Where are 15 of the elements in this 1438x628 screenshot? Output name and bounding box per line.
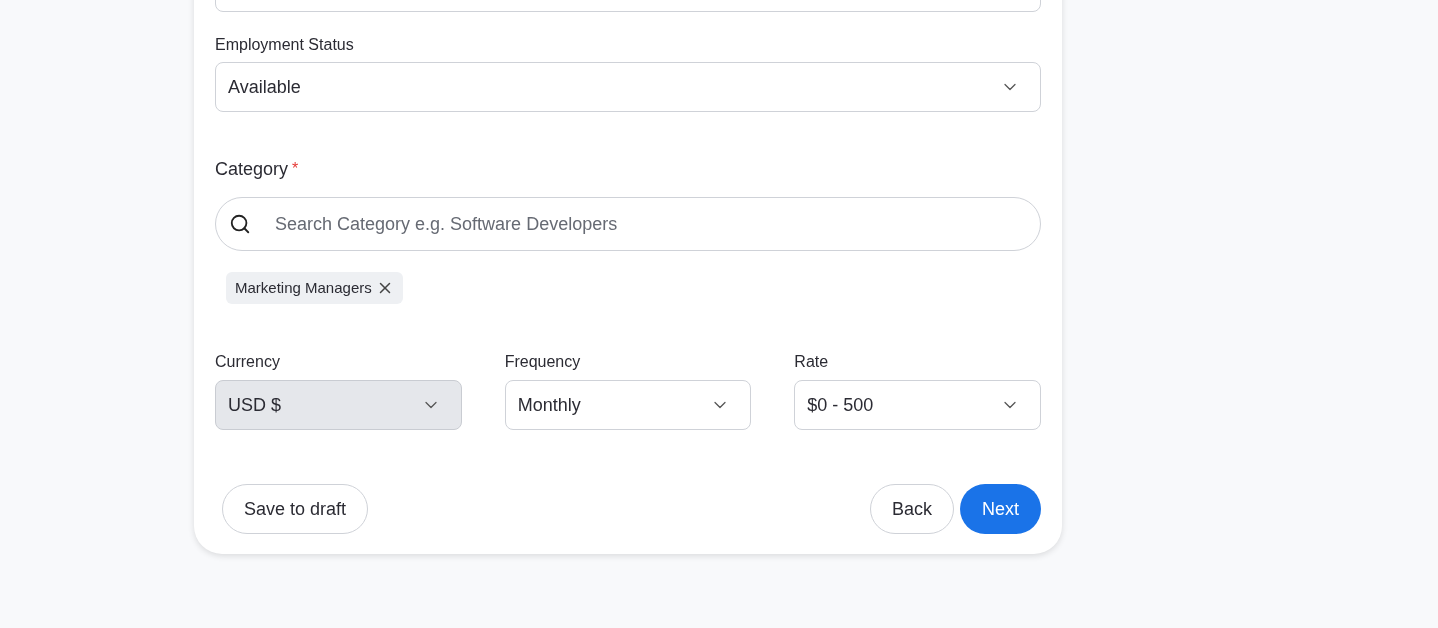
field-label: Rate [794, 352, 830, 372]
search-icon [229, 213, 251, 235]
status-dropdown[interactable]: Available [215, 62, 1041, 112]
field-label: Category [215, 158, 289, 181]
search-field[interactable]: Search Category e.g. Software Developers [215, 197, 1041, 251]
field-label: Employment Status [215, 35, 355, 55]
select-dropdown[interactable]: $0 - 500 [794, 380, 1041, 430]
field-label: Frequency [504, 352, 582, 372]
category-tag: Marketing Managers [226, 272, 403, 304]
required-asterisk: * [292, 159, 299, 179]
back-button[interactable]: Back [869, 484, 954, 534]
save-draft-button[interactable]: Save to draft [222, 484, 369, 534]
next-button[interactable]: Next [960, 484, 1041, 534]
field-label: Currency [215, 352, 281, 372]
select-dropdown[interactable]: Monthly [504, 380, 752, 430]
